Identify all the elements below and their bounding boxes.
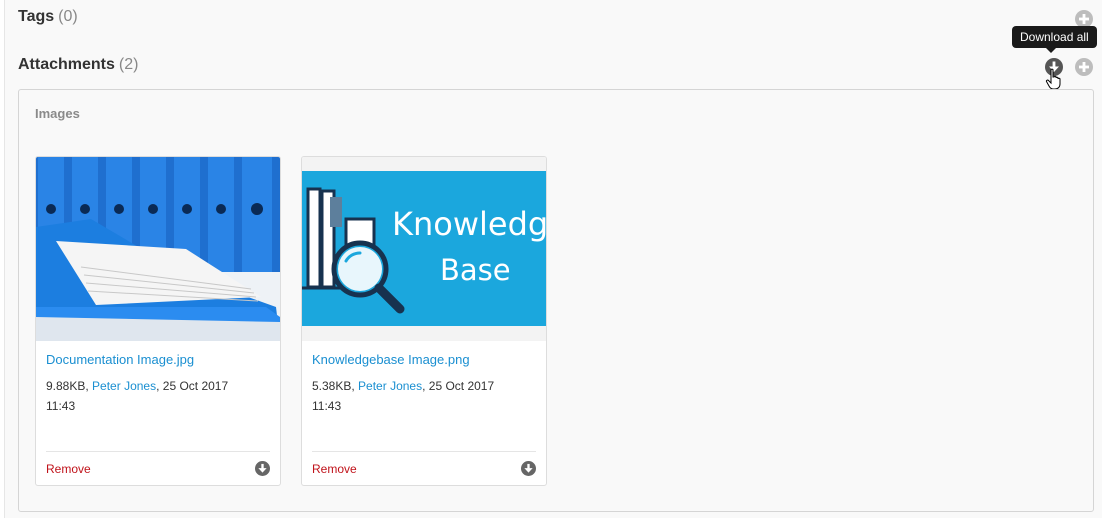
card-divider bbox=[46, 451, 270, 452]
download-circle-icon bbox=[521, 461, 536, 476]
images-group-label: Images bbox=[35, 106, 80, 121]
blue-binders-photo bbox=[36, 157, 280, 341]
attachments-box: Images Documentation Image.jpg 9.88KB, P… bbox=[18, 89, 1094, 512]
attachments-title: Attachments bbox=[18, 56, 115, 73]
download-circle-icon bbox=[255, 461, 270, 476]
tags-title: Tags bbox=[18, 8, 55, 25]
attachment-card: Documentation Image.jpg 9.88KB, Peter Jo… bbox=[35, 156, 281, 486]
thumbnail-image[interactable] bbox=[36, 157, 280, 341]
file-name-link[interactable]: Documentation Image.jpg bbox=[46, 352, 194, 367]
file-name-link[interactable]: Knowledgebase Image.png bbox=[312, 352, 470, 367]
remove-button[interactable]: Remove bbox=[46, 462, 91, 476]
remove-button[interactable]: Remove bbox=[312, 462, 357, 476]
file-time: 11:43 bbox=[46, 399, 76, 413]
file-size: 9.88KB bbox=[46, 379, 86, 393]
file-time: 11:43 bbox=[312, 399, 342, 413]
attachments-count: (2) bbox=[118, 56, 139, 73]
add-attachment-button[interactable] bbox=[1075, 58, 1093, 76]
knowledge-base-graphic: Knowledge Base bbox=[302, 157, 546, 341]
card-divider bbox=[312, 451, 536, 452]
attachments-heading: Attachments (2) bbox=[18, 56, 138, 74]
thumbnail-line-1: Knowledge bbox=[392, 205, 546, 243]
tags-heading: Tags (0) bbox=[18, 8, 78, 26]
attachment-card: Knowledge Base Knowledgebase Image.png 5… bbox=[301, 156, 547, 486]
file-meta: 5.38KB, Peter Jones, 25 Oct 2017 11:43 bbox=[312, 379, 495, 413]
author-link[interactable]: Peter Jones bbox=[92, 379, 156, 393]
download-all-tooltip: Download all bbox=[1012, 26, 1097, 53]
file-date: 25 Oct 2017 bbox=[428, 379, 495, 393]
tags-count: (0) bbox=[58, 8, 78, 25]
author-link[interactable]: Peter Jones bbox=[358, 379, 422, 393]
file-size: 5.38KB bbox=[312, 379, 352, 393]
download-button[interactable] bbox=[255, 461, 270, 476]
thumbnail-image[interactable]: Knowledge Base bbox=[302, 157, 546, 341]
plus-circle-icon bbox=[1075, 58, 1093, 76]
hand-pointer-icon bbox=[1045, 68, 1061, 90]
file-meta: 9.88KB, Peter Jones, 25 Oct 2017 11:43 bbox=[46, 379, 229, 413]
download-button[interactable] bbox=[521, 461, 536, 476]
thumbnail-line-2: Base bbox=[440, 253, 511, 287]
file-date: 25 Oct 2017 bbox=[162, 379, 229, 393]
